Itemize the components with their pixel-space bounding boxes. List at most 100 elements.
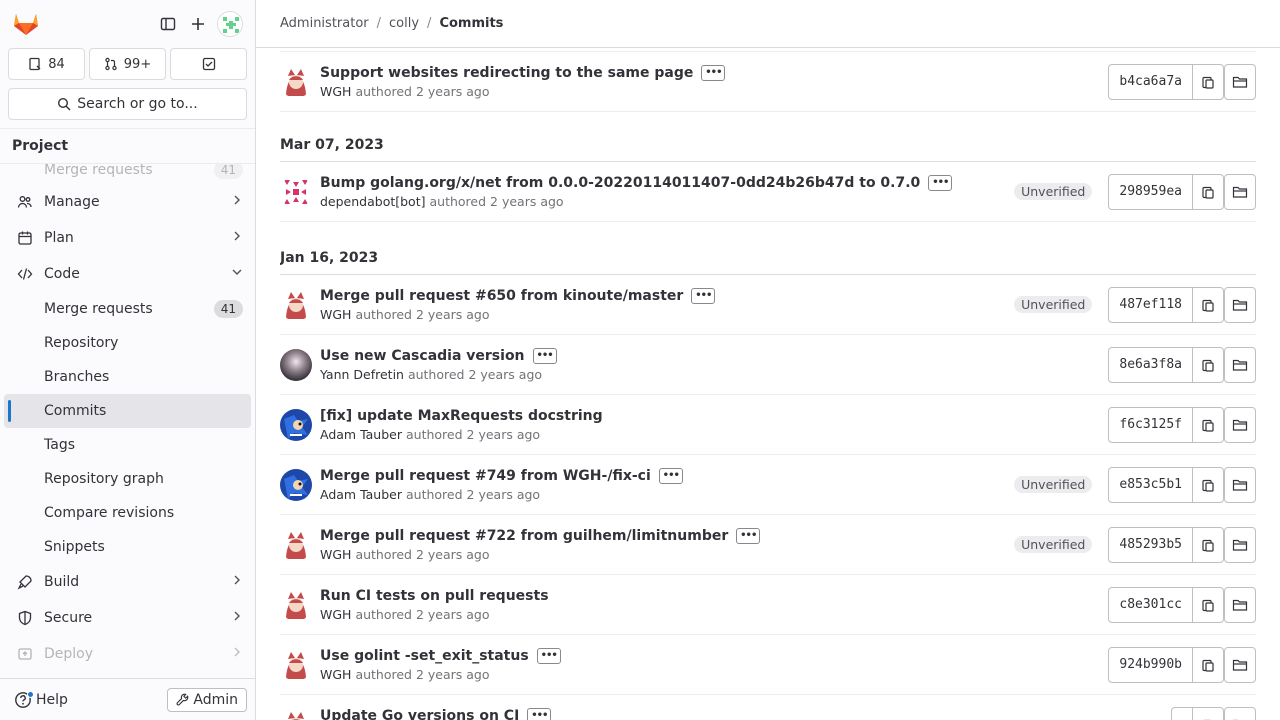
copy-sha-button[interactable]: [1193, 526, 1224, 563]
browse-files-button[interactable]: [1224, 346, 1256, 383]
breadcrumb-current[interactable]: Commits: [439, 16, 503, 31]
commit-author[interactable]: WGH: [320, 307, 351, 322]
commit-title[interactable]: Run CI tests on pull requests: [320, 588, 549, 604]
issues-counter[interactable]: 84: [8, 48, 85, 80]
sidebar-item-secure[interactable]: Secure: [0, 600, 255, 636]
copy-sha-button[interactable]: [1193, 63, 1224, 100]
commit-sha-button[interactable]: 298959ea: [1108, 173, 1193, 210]
browse-files-button[interactable]: [1224, 586, 1256, 623]
author-avatar[interactable]: [280, 588, 312, 621]
sidebar-item-repository-graph[interactable]: Repository graph: [0, 462, 255, 496]
author-avatar[interactable]: [280, 468, 312, 501]
expand-description-button[interactable]: •••: [701, 64, 726, 81]
todos-counter[interactable]: [170, 48, 247, 80]
commit-author[interactable]: WGH: [320, 607, 351, 622]
copy-sha-button[interactable]: [1193, 706, 1224, 720]
breadcrumb-item-administrator[interactable]: Administrator: [280, 16, 369, 31]
search-button[interactable]: Search or go to...: [8, 88, 247, 120]
commit-row: Use golint -set_exit_status ••• WGH author…: [280, 635, 1256, 695]
commit-title[interactable]: Merge pull request #749 from WGH-/fix-ci: [320, 468, 651, 484]
commit-author[interactable]: WGH: [320, 667, 351, 682]
commit-sha-button[interactable]: f6c3125f: [1108, 406, 1193, 443]
sidebar-item-branches[interactable]: Branches: [0, 360, 255, 394]
commit-title[interactable]: Use new Cascadia version: [320, 348, 525, 364]
commit-title[interactable]: Update Go versions on CI: [320, 708, 519, 720]
sidebar-item-merge-requests[interactable]: Merge requests 41: [0, 292, 255, 326]
copy-sha-button[interactable]: [1193, 406, 1224, 443]
expand-description-button[interactable]: •••: [536, 647, 561, 664]
commit-author[interactable]: dependabot[bot]: [320, 194, 426, 209]
author-avatar[interactable]: [280, 288, 312, 321]
commit-author[interactable]: WGH: [320, 547, 351, 562]
author-avatar[interactable]: [280, 708, 312, 720]
author-avatar[interactable]: [280, 408, 312, 441]
expand-description-button[interactable]: •••: [736, 527, 761, 544]
sidebar-item-compare-revisions[interactable]: Compare revisions: [0, 496, 255, 530]
sidebar-item-manage[interactable]: Manage: [0, 184, 255, 220]
help-button[interactable]: Help: [14, 690, 167, 709]
toggle-sidebar-icon[interactable]: [153, 9, 183, 39]
copy-sha-button[interactable]: [1193, 586, 1224, 623]
user-avatar[interactable]: [217, 11, 243, 37]
author-avatar[interactable]: [280, 65, 312, 98]
commit-title[interactable]: Support websites redirecting to the same…: [320, 65, 693, 81]
browse-files-button[interactable]: [1224, 526, 1256, 563]
commit-title[interactable]: Use golint -set_exit_status: [320, 648, 529, 664]
author-avatar[interactable]: [280, 528, 312, 561]
sidebar-item-code[interactable]: Code: [0, 256, 255, 292]
commit-author[interactable]: Yann Defretin: [320, 367, 404, 382]
signature-badge[interactable]: Unverified: [1014, 476, 1093, 493]
signature-badge[interactable]: Unverified: [1014, 183, 1093, 200]
copy-sha-button[interactable]: [1193, 346, 1224, 383]
commit-sha-button[interactable]: 924b990b: [1108, 646, 1193, 683]
copy-sha-button[interactable]: [1193, 286, 1224, 323]
sidebar-item-build[interactable]: Build: [0, 564, 255, 600]
copy-sha-button[interactable]: [1193, 466, 1224, 503]
sidebar-item-commits[interactable]: Commits: [4, 394, 251, 428]
commit-sha-button[interactable]: 485293b5: [1108, 526, 1193, 563]
author-avatar[interactable]: [280, 175, 312, 208]
gitlab-logo-icon[interactable]: [12, 10, 40, 38]
browse-files-button[interactable]: [1224, 706, 1256, 720]
expand-description-button[interactable]: •••: [928, 174, 953, 191]
commit-sha-button[interactable]: 8e6a3f8a: [1108, 346, 1193, 383]
commit-sha-button[interactable]: e853c5b1: [1108, 466, 1193, 503]
commit-title[interactable]: [fix] update MaxRequests docstring: [320, 408, 603, 424]
commit-sha-button[interactable]: [1171, 706, 1193, 720]
sidebar-item-deploy[interactable]: Deploy: [0, 636, 255, 672]
sidebar-item-tags[interactable]: Tags: [0, 428, 255, 462]
commit-title[interactable]: Merge pull request #722 from guilhem/lim…: [320, 528, 728, 544]
expand-description-button[interactable]: •••: [658, 467, 683, 484]
expand-description-button[interactable]: •••: [532, 347, 557, 364]
sidebar-item-plan[interactable]: Plan: [0, 220, 255, 256]
sidebar-item-repository[interactable]: Repository: [0, 326, 255, 360]
browse-files-button[interactable]: [1224, 173, 1256, 210]
merge-requests-counter[interactable]: 99+: [89, 48, 166, 80]
sidebar-item-snippets[interactable]: Snippets: [0, 530, 255, 564]
commit-time: 2 years ago: [468, 366, 543, 382]
breadcrumb-item-project[interactable]: colly: [389, 16, 419, 31]
commit-author[interactable]: Adam Tauber: [320, 487, 402, 502]
signature-badge[interactable]: Unverified: [1014, 296, 1093, 313]
signature-badge[interactable]: Unverified: [1014, 536, 1093, 553]
expand-description-button[interactable]: •••: [527, 707, 552, 720]
commit-title[interactable]: Merge pull request #650 from kinoute/mas…: [320, 288, 683, 304]
expand-description-button[interactable]: •••: [691, 287, 716, 304]
author-avatar[interactable]: [280, 348, 312, 381]
copy-sha-button[interactable]: [1193, 173, 1224, 210]
commit-title[interactable]: Bump golang.org/x/net from 0.0.0-2022011…: [320, 175, 920, 191]
commit-sha-button[interactable]: b4ca6a7a: [1108, 63, 1193, 100]
commit-author[interactable]: Adam Tauber: [320, 427, 402, 442]
commit-author[interactable]: WGH: [320, 84, 351, 99]
browse-files-button[interactable]: [1224, 406, 1256, 443]
browse-files-button[interactable]: [1224, 466, 1256, 503]
admin-button[interactable]: Admin: [167, 687, 247, 712]
browse-files-button[interactable]: [1224, 63, 1256, 100]
copy-sha-button[interactable]: [1193, 646, 1224, 683]
browse-files-button[interactable]: [1224, 646, 1256, 683]
author-avatar[interactable]: [280, 648, 312, 681]
commit-sha-button[interactable]: c8e301cc: [1108, 586, 1193, 623]
commit-sha-button[interactable]: 487ef118: [1108, 286, 1193, 323]
browse-files-button[interactable]: [1224, 286, 1256, 323]
create-new-icon[interactable]: [183, 9, 213, 39]
